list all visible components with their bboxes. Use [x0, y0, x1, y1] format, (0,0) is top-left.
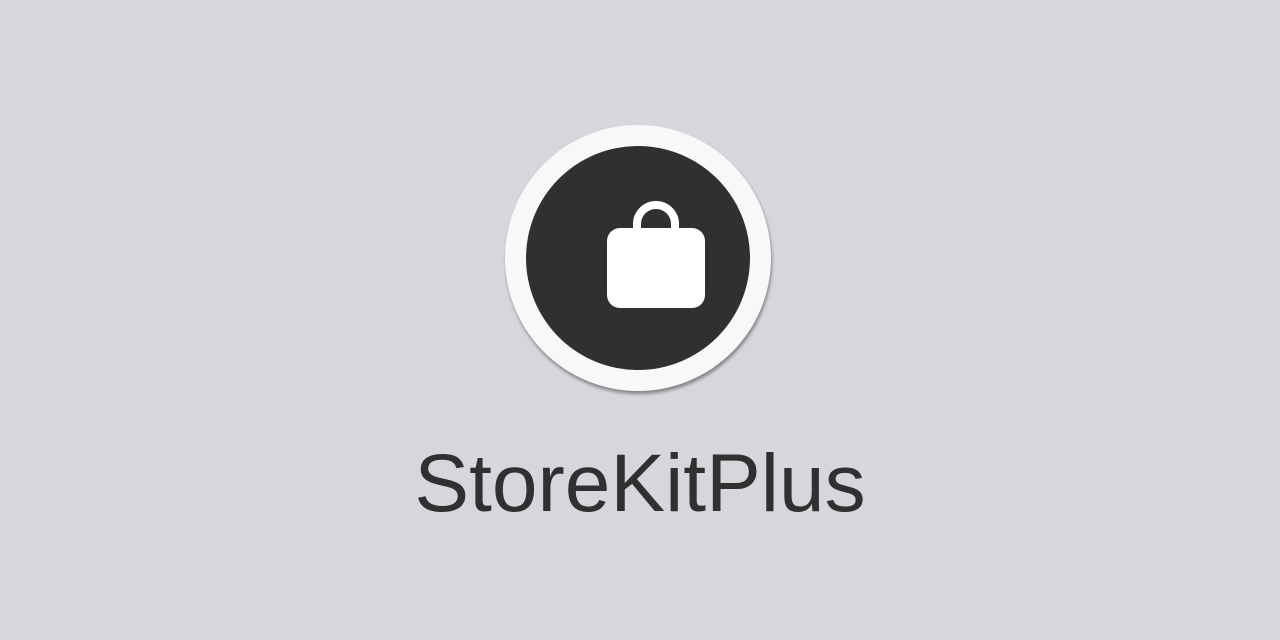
- app-logo: [505, 125, 771, 391]
- shopping-bag-icon: [607, 201, 705, 308]
- logo-disc: [526, 146, 750, 370]
- banner: StoreKitPlus: [0, 0, 1280, 640]
- app-title: StoreKitPlus: [414, 438, 866, 529]
